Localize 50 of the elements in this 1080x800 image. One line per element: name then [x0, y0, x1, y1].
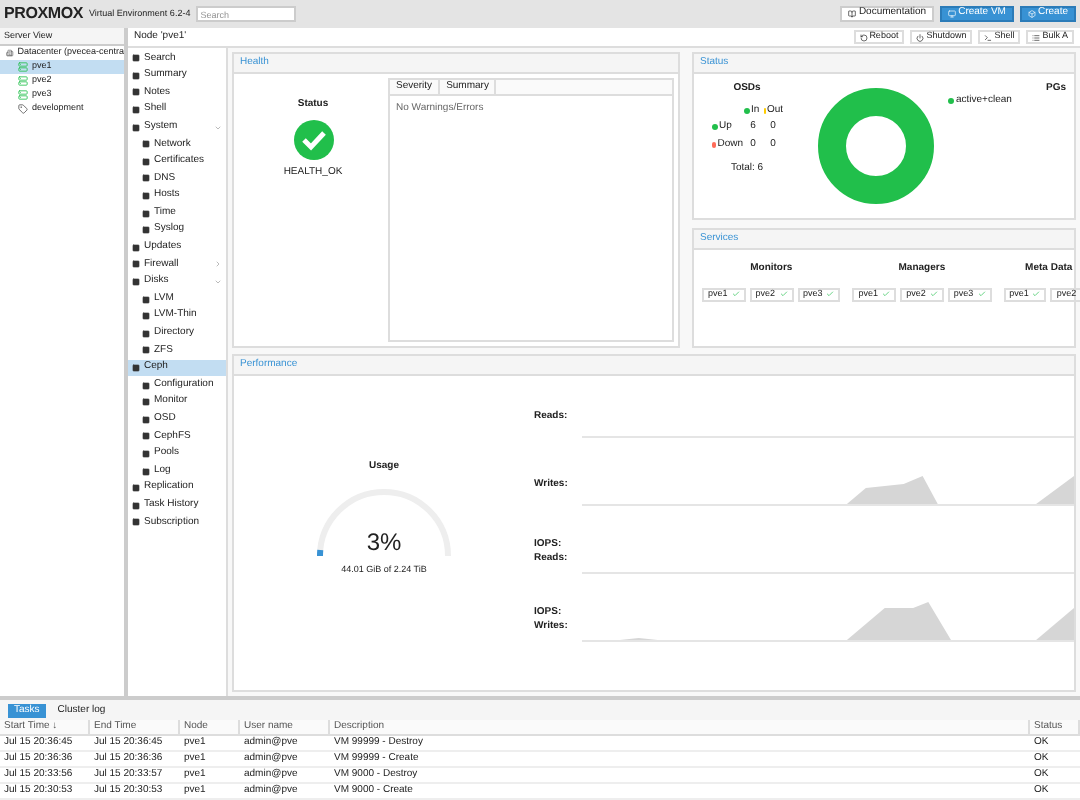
- square-icon: [142, 312, 150, 321]
- square-icon: [142, 226, 150, 235]
- restart-icon: [859, 33, 868, 41]
- square-icon: [142, 174, 150, 183]
- check-circle-icon: [293, 119, 333, 159]
- square-icon: [132, 260, 140, 269]
- box-icon: [1027, 10, 1036, 18]
- square-icon: [132, 484, 140, 493]
- square-icon: [132, 123, 140, 132]
- book-icon: [848, 10, 857, 18]
- donut-chart: [816, 86, 936, 206]
- square-icon: [142, 329, 150, 338]
- square-icon: [142, 140, 150, 149]
- square-icon: [142, 432, 150, 441]
- square-icon: [142, 192, 150, 201]
- area-peak: [846, 476, 938, 505]
- square-icon: [132, 71, 140, 80]
- check-icon: [1032, 290, 1041, 298]
- square-icon: [142, 209, 150, 218]
- check-icon: [929, 290, 938, 298]
- square-icon: [132, 501, 140, 510]
- check-icon: [731, 290, 740, 298]
- check-icon: [882, 290, 891, 298]
- square-icon: [142, 381, 150, 390]
- building-icon: [6, 48, 14, 58]
- square-icon: [132, 363, 140, 372]
- list-icon: [1032, 33, 1041, 41]
- square-icon: [142, 467, 150, 476]
- terminal-icon: [984, 33, 993, 41]
- square-icon: [132, 54, 140, 63]
- check-icon: [779, 290, 788, 298]
- square-icon: [142, 346, 150, 355]
- power-icon: [916, 33, 925, 41]
- square-icon: [132, 88, 140, 97]
- area-peak: [846, 601, 951, 640]
- square-icon: [132, 518, 140, 527]
- square-icon: [142, 295, 150, 304]
- tag-icon: [18, 104, 28, 114]
- square-icon: [132, 278, 140, 287]
- square-icon: [142, 415, 150, 424]
- square-icon: [142, 449, 150, 458]
- monitor-icon: [948, 10, 957, 18]
- logo: PROXMOX: [4, 2, 83, 26]
- usage-value: 3%: [366, 525, 402, 560]
- square-icon: [132, 106, 140, 115]
- check-icon: [826, 290, 835, 298]
- square-icon: [142, 398, 150, 407]
- check-icon: [977, 290, 986, 298]
- square-icon: [142, 157, 150, 166]
- square-icon: [132, 243, 140, 252]
